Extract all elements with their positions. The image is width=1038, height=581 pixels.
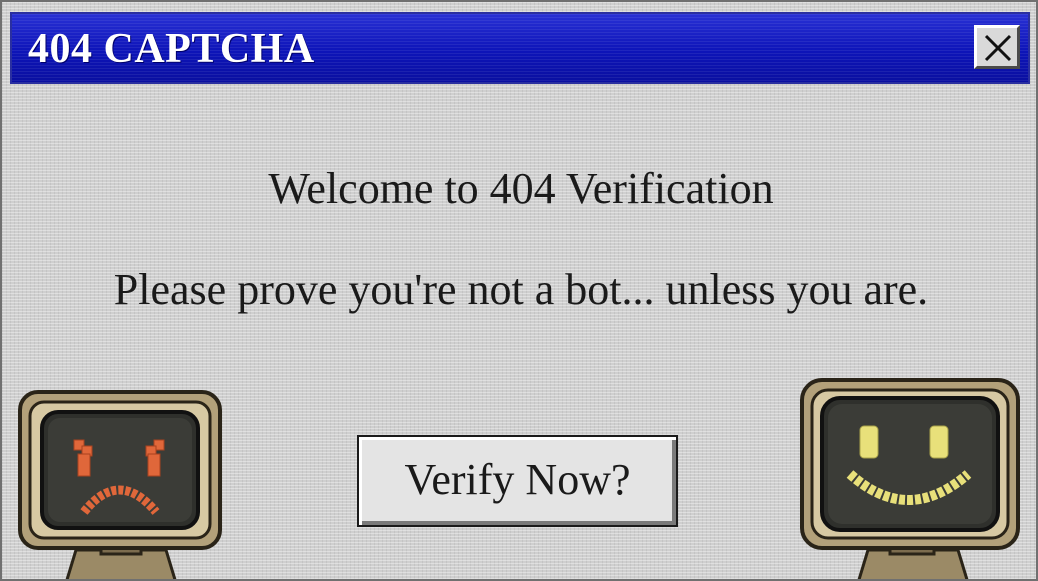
close-button[interactable] <box>974 25 1020 69</box>
captcha-dialog-window: 404 CAPTCHA Welcome to 404 Verification … <box>0 0 1038 581</box>
window-title: 404 CAPTCHA <box>28 26 315 72</box>
close-icon <box>984 34 1012 62</box>
title-bar: 404 CAPTCHA <box>10 12 1030 84</box>
bot-prompt-message: Please prove you're not a bot... unless … <box>113 265 929 314</box>
welcome-heading: Welcome to 404 Verification <box>268 164 774 213</box>
verify-now-button[interactable]: Verify Now? <box>357 435 678 527</box>
sad-monitor-icon <box>18 390 222 579</box>
happy-monitor-icon <box>800 378 1020 579</box>
